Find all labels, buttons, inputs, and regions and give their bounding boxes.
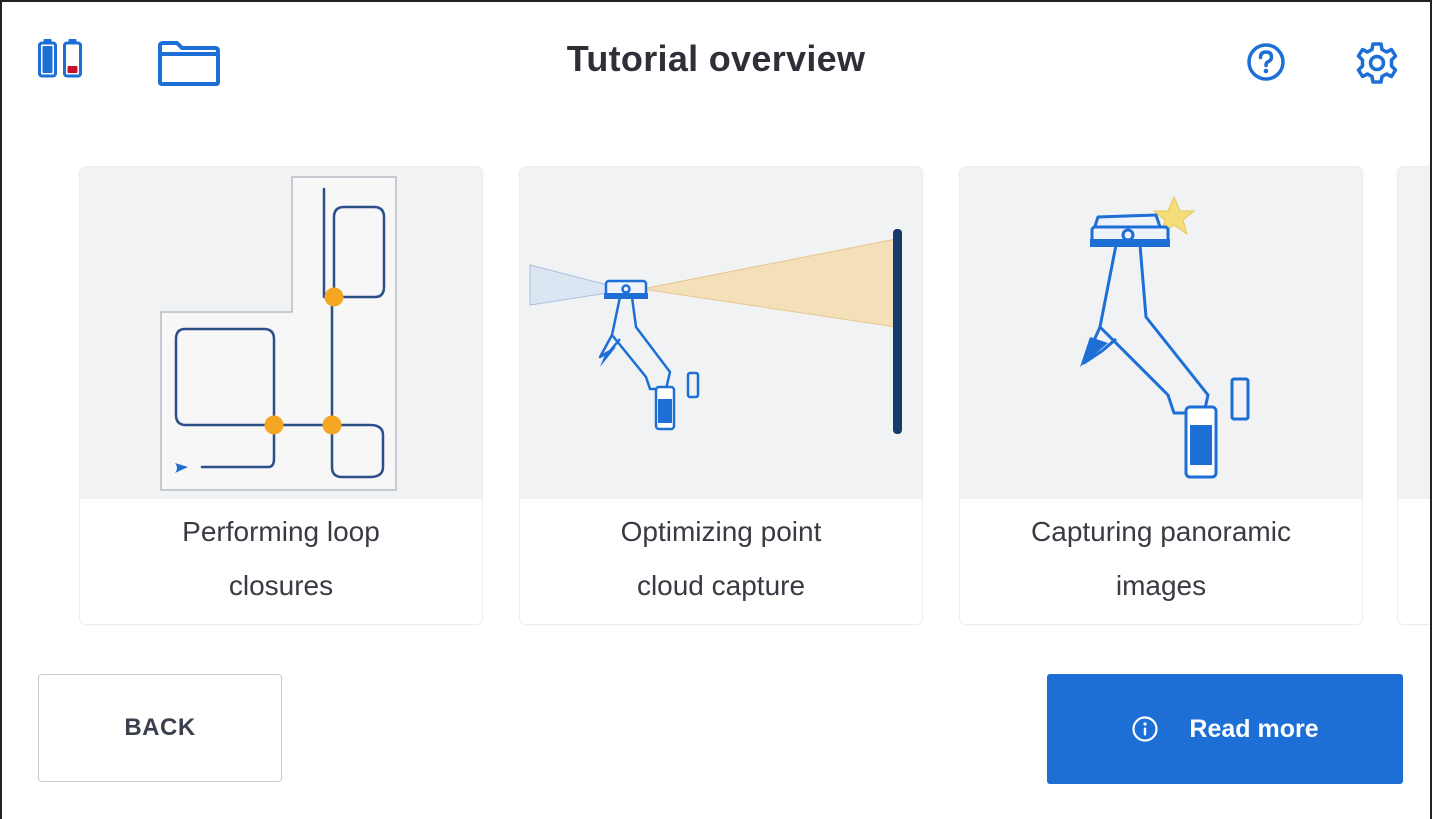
tutorial-card-panoramic[interactable]: Capturing panoramic images [960, 167, 1362, 624]
card-title: Capturing panoramic images [1031, 516, 1291, 601]
gear-icon[interactable] [1354, 40, 1400, 86]
tutorial-card-partial[interactable] [1398, 167, 1430, 624]
top-bar: Tutorial overview [2, 2, 1430, 122]
panoramic-illustration [960, 167, 1362, 499]
info-icon [1132, 716, 1158, 742]
point-cloud-illustration [520, 167, 922, 499]
card-image [1398, 167, 1430, 499]
card-title: Performing loop closures [182, 516, 380, 601]
tutorial-card-loop-closures[interactable]: Performing loop closures [80, 167, 482, 624]
back-button-label: BACK [124, 714, 196, 741]
card-title: Optimizing point cloud capture [620, 516, 822, 601]
page-title: Tutorial overview [566, 38, 866, 79]
tutorial-card-point-cloud[interactable]: Optimizing point cloud capture [520, 167, 922, 624]
tutorial-cards: Performing loop closures Optimizing poin… [80, 167, 1430, 627]
loop-closure-illustration [80, 167, 482, 499]
back-button[interactable]: BACK [38, 674, 282, 782]
read-more-button[interactable]: Read more [1047, 674, 1403, 784]
read-more-label: Read more [1189, 714, 1319, 743]
tutorial-overview-screen: Tutorial overview Performing loop closur… [0, 0, 1432, 819]
help-icon[interactable] [1246, 42, 1286, 82]
